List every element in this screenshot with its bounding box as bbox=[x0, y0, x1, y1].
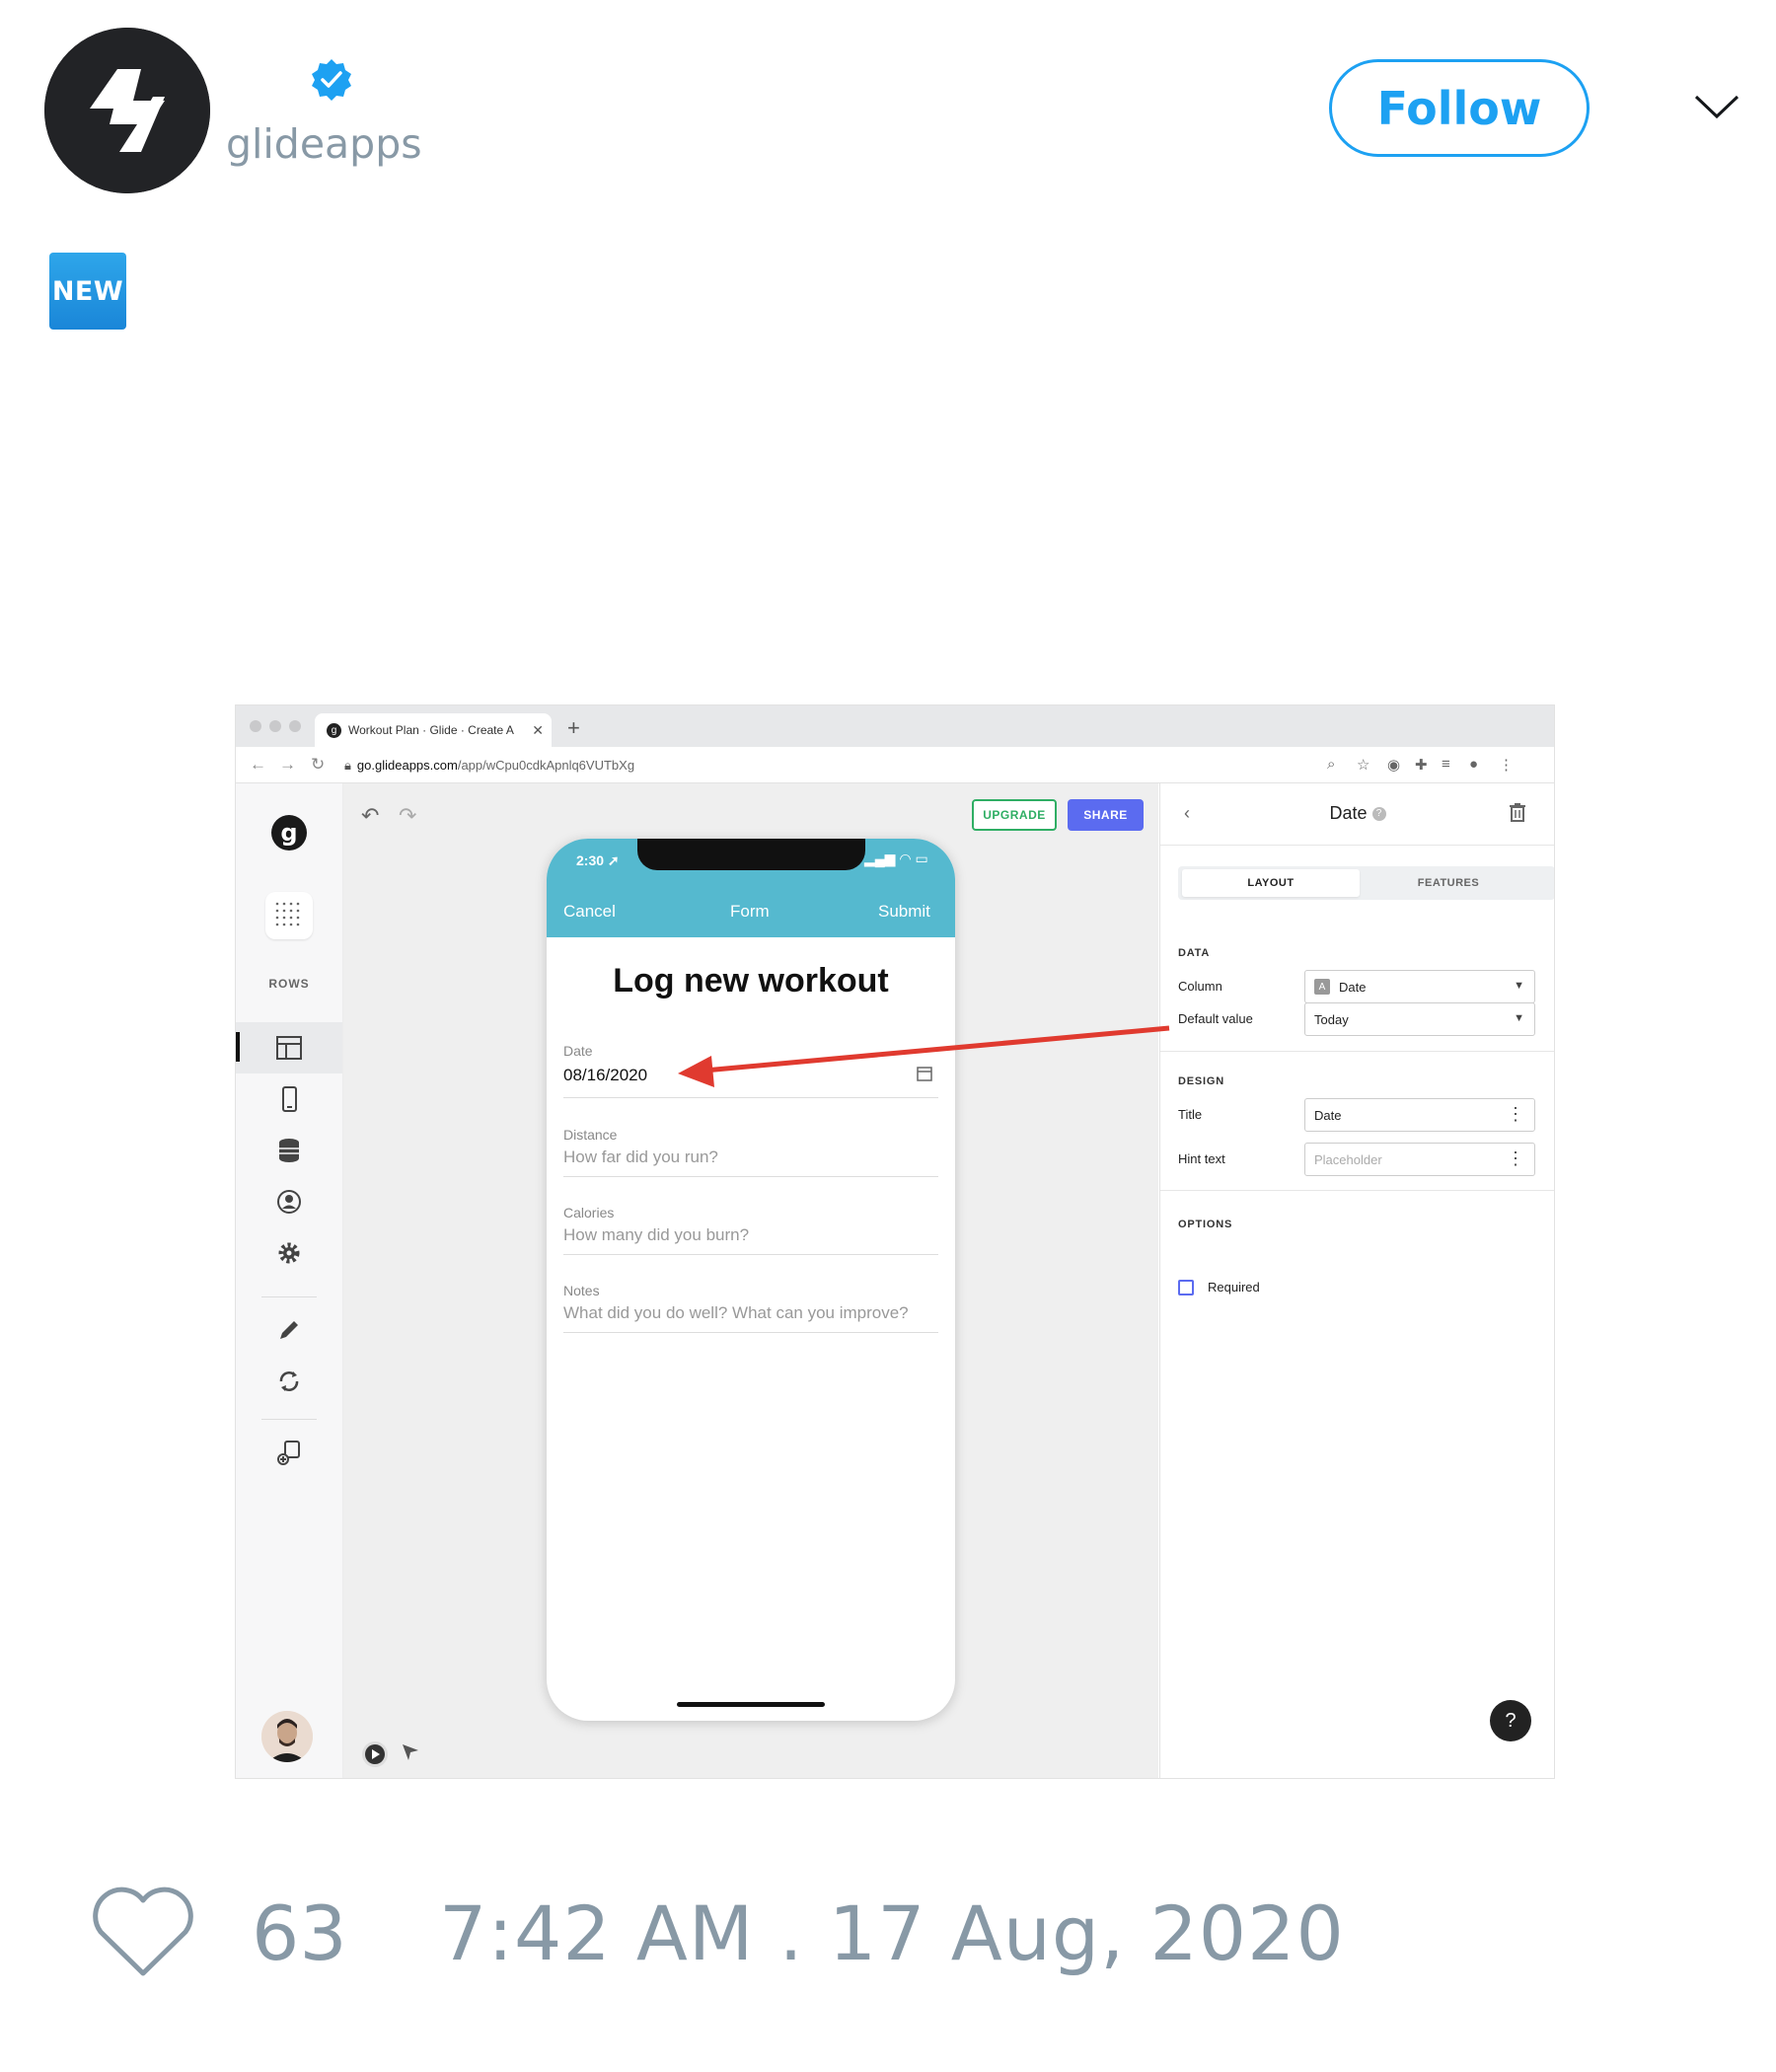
glide-logo-icon bbox=[44, 28, 210, 193]
account-handle[interactable]: glideapps bbox=[226, 124, 422, 165]
tweet-timestamp[interactable]: 7:42 AM . 17 Aug, 2020 bbox=[439, 1896, 1345, 1971]
like-count: 63 bbox=[252, 1889, 347, 1977]
annotation-arrow bbox=[678, 1025, 1170, 1087]
embedded-screenshot: g Workout Plan · Glide · Create A ✕ + ← … bbox=[236, 705, 1554, 1778]
verified-badge-icon bbox=[312, 59, 351, 101]
new-badge: NEW bbox=[49, 253, 126, 330]
glideapps-avatar[interactable] bbox=[44, 28, 210, 193]
follow-button[interactable]: Follow bbox=[1329, 59, 1590, 157]
heart-icon[interactable] bbox=[89, 1883, 197, 1981]
chevron-down-icon[interactable] bbox=[1692, 91, 1741, 120]
